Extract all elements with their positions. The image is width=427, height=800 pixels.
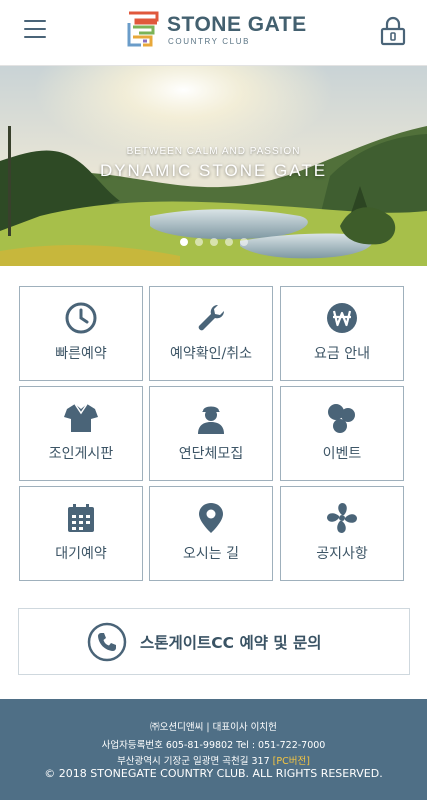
hero-kicker: BETWEEN CALM AND PASSION bbox=[126, 146, 301, 157]
menu-fee-info[interactable]: 요금 안내 bbox=[280, 286, 404, 381]
carousel-dot-5[interactable] bbox=[240, 238, 248, 246]
footer-company: ㈜오션디앤씨 | 대표이사 이치헌 bbox=[150, 722, 277, 733]
carousel-dot-2[interactable] bbox=[195, 238, 203, 246]
map-pin-icon bbox=[199, 503, 223, 533]
person-icon bbox=[198, 406, 224, 434]
menu-hamburger-icon[interactable] bbox=[24, 20, 46, 42]
menu-directions[interactable]: 오시는 길 bbox=[149, 486, 273, 581]
phone-icon bbox=[87, 622, 127, 662]
circles-icon bbox=[328, 404, 355, 433]
shirt-icon bbox=[64, 403, 98, 432]
menu-label: 공지사항 bbox=[316, 546, 368, 562]
call-reservation-button[interactable]: 스톤게이트CC 예약 및 문의 bbox=[18, 608, 410, 675]
menu-quick-reservation[interactable]: 빠른예약 bbox=[19, 286, 143, 381]
footer-business-info: 사업자등록번호 605-81-99802 Tel : 051-722-7000 bbox=[101, 740, 326, 751]
carousel-dot-3[interactable] bbox=[210, 238, 218, 246]
footer-address: 부산광역시 기장군 일광면 곡천길 317 bbox=[117, 756, 270, 767]
menu-label: 오시는 길 bbox=[183, 546, 239, 562]
call-label: 스톤게이트CC 예약 및 문의 bbox=[140, 634, 322, 652]
header: STONE GATE COUNTRY CLUB bbox=[0, 0, 427, 66]
menu-notice[interactable]: 공지사항 bbox=[280, 486, 404, 581]
wrench-icon bbox=[198, 304, 225, 331]
menu-group-recruit[interactable]: 연단체모집 bbox=[149, 386, 273, 481]
logo-subtitle: COUNTRY CLUB bbox=[168, 37, 251, 46]
hero-banner[interactable]: BETWEEN CALM AND PASSION DYNAMIC STONE G… bbox=[0, 66, 427, 266]
logo-mark-icon bbox=[127, 11, 159, 47]
menu-label: 연단체모집 bbox=[178, 446, 244, 462]
menu-label: 요금 안내 bbox=[314, 346, 370, 362]
footer: ㈜오션디앤씨 | 대표이사 이치헌 사업자등록번호 605-81-99802 T… bbox=[0, 699, 427, 800]
footer-copyright: © 2018 STONEGATE COUNTRY CLUB. ALL RIGHT… bbox=[44, 767, 383, 780]
carousel-dots bbox=[180, 238, 248, 248]
menu-label: 조인게시판 bbox=[48, 446, 114, 462]
lock-icon[interactable] bbox=[380, 16, 406, 46]
menu-join-board[interactable]: 조인게시판 bbox=[19, 386, 143, 481]
menu-label: 대기예약 bbox=[55, 546, 107, 562]
logo[interactable]: STONE GATE COUNTRY CLUB bbox=[127, 11, 307, 51]
carousel-dot-4[interactable] bbox=[225, 238, 233, 246]
pc-version-link[interactable]: [PC버전] bbox=[273, 756, 310, 767]
calendar-icon bbox=[68, 504, 94, 532]
carousel-dot-1[interactable] bbox=[180, 238, 188, 246]
menu-event[interactable]: 이벤트 bbox=[280, 386, 404, 481]
quick-menu-grid: 빠른예약 예약확인/취소 요금 안내 조인게시판 연단체모집 이벤트 대기예약 … bbox=[19, 286, 404, 582]
menu-label: 이벤트 bbox=[322, 446, 362, 462]
fan-icon bbox=[327, 503, 357, 533]
menu-reservation-check[interactable]: 예약확인/취소 bbox=[149, 286, 273, 381]
menu-label: 예약확인/취소 bbox=[170, 346, 252, 362]
menu-label: 빠른예약 bbox=[55, 346, 107, 362]
hero-title: DYNAMIC STONE GATE bbox=[99, 161, 328, 180]
won-icon bbox=[327, 303, 357, 333]
logo-title: STONE GATE bbox=[167, 13, 307, 36]
menu-waiting-reservation[interactable]: 대기예약 bbox=[19, 486, 143, 581]
clock-icon bbox=[65, 302, 97, 334]
footer-address-line: 부산광역시 기장군 일광면 곡천길 317 [PC버전] bbox=[0, 753, 427, 767]
